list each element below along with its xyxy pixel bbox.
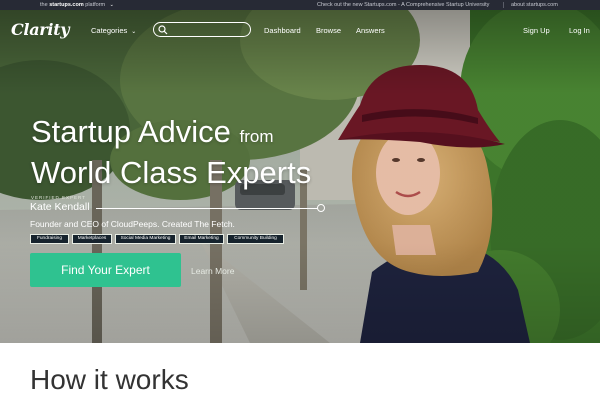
chevron-down-icon: ⌄ [109,2,114,8]
find-your-expert-button[interactable]: Find Your Expert [30,253,181,287]
platform-bar: the startups.com platform ⌄ Check out th… [0,0,600,10]
search-box[interactable] [153,22,251,37]
search-input[interactable] [171,24,247,35]
headline-line1: Startup Advice [31,114,231,149]
headline-line2: World Class Experts [31,155,312,190]
tag-social-media-marketing[interactable]: Social Media Marketing [115,234,176,244]
divider [503,2,504,8]
nav-dashboard[interactable]: Dashboard [264,26,301,35]
how-it-works-title: How it works [30,364,189,395]
tag-fundraising[interactable]: Fundraising [30,234,69,244]
platform-switcher[interactable]: the startups.com platform ⌄ [40,0,114,10]
expert-description: Founder and CEO of CloudPeeps. Created T… [30,219,235,229]
platform-prefix: the [40,2,48,8]
expert-pointer-line [96,208,318,209]
tag-email-marketing[interactable]: Email Marketing [179,234,224,244]
platform-brand: startups.com [49,2,84,8]
tag-marketplaces[interactable]: Marketplaces [72,234,112,244]
chevron-down-icon: ⌄ [131,29,137,35]
verified-expert-label: VERIFIED EXPERT [31,195,86,200]
tag-community-building[interactable]: Community Building [227,234,284,244]
categories-menu[interactable]: Categories ⌄ [91,26,136,37]
nav-answers[interactable]: Answers [356,26,385,35]
nav-browse[interactable]: Browse [316,26,341,35]
expert-pointer-handle [317,204,325,212]
learn-more-link[interactable]: Learn More [191,266,234,276]
expert-name[interactable]: Kate Kendall [30,201,90,213]
platform-suffix: platform [85,2,106,8]
log-in-link[interactable]: Log In [569,26,590,35]
sign-up-link[interactable]: Sign Up [523,26,550,35]
hero-section: Clarity Categories ⌄ Dashboard Browse Ans… [0,10,600,343]
hero-headline: Startup Advice from World Class Experts [31,114,311,191]
promo-link[interactable]: Check out the new Startups.com - A Compr… [317,0,489,10]
categories-label: Categories [91,26,128,35]
headline-from: from [239,127,274,146]
clarity-logo[interactable]: Clarity [11,20,70,39]
about-link[interactable]: about startups.com [511,0,558,10]
search-icon [158,25,168,35]
